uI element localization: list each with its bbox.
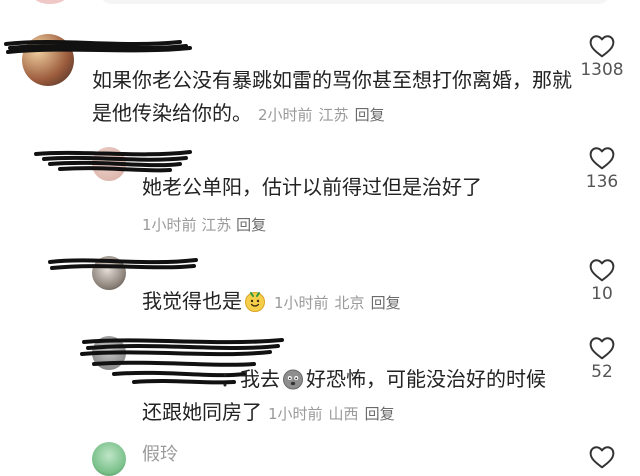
avatar[interactable] bbox=[92, 256, 126, 290]
comment-text: 好恐怖，可能没治好的时候 bbox=[306, 367, 546, 391]
comment-location: 北京 bbox=[334, 294, 365, 312]
heart-icon bbox=[589, 147, 615, 170]
top-avatar-remnant bbox=[32, 0, 68, 4]
gray-face-emoji bbox=[283, 369, 303, 390]
comment-text: 我觉得也是 bbox=[142, 289, 242, 313]
comment-meta: 2小时前 江苏 回复 bbox=[258, 106, 391, 124]
comment-location: 山西 bbox=[328, 405, 359, 423]
avatar[interactable] bbox=[22, 34, 74, 86]
like-button[interactable] bbox=[572, 445, 632, 469]
comment-text: 还跟她同房了 bbox=[142, 400, 262, 424]
reply-button[interactable]: 回复 bbox=[355, 106, 385, 124]
heart-icon bbox=[589, 35, 615, 58]
like-count: 10 bbox=[591, 284, 613, 304]
like-count: 1308 bbox=[580, 60, 624, 80]
heart-icon bbox=[589, 446, 615, 469]
comment-meta: 1小时前 北京 回复 bbox=[274, 294, 407, 312]
like-button[interactable]: 136 bbox=[572, 146, 632, 192]
like-count: 52 bbox=[591, 362, 613, 382]
like-button[interactable]: 1308 bbox=[572, 34, 632, 80]
reply-button[interactable]: 回复 bbox=[365, 405, 395, 423]
reply-button[interactable]: 回复 bbox=[371, 294, 401, 312]
comment-text: 我去 bbox=[240, 367, 280, 391]
comment-time: 1小时前 bbox=[142, 216, 197, 234]
avatar[interactable] bbox=[92, 147, 126, 181]
smile-face-emoji bbox=[245, 292, 265, 312]
heart-icon bbox=[589, 337, 615, 360]
avatar[interactable] bbox=[92, 336, 126, 370]
comment-username[interactable]: 假玲 bbox=[142, 440, 178, 466]
comment-body: 如果你老公没有暴跳如雷的骂你甚至想打你离婚，那就是他传染给你的。 2小时前 江苏 回复 bbox=[92, 64, 572, 132]
comment-time: 2小时前 bbox=[258, 106, 313, 124]
comment-location: 江苏 bbox=[201, 216, 232, 234]
like-button[interactable]: 52 bbox=[572, 336, 632, 382]
like-count: 136 bbox=[585, 172, 619, 192]
comment-time: 1小时前 bbox=[274, 294, 329, 312]
comment-meta: 1小时前 山西 回复 bbox=[268, 405, 401, 423]
comment-prefix: ： bbox=[220, 367, 240, 391]
comment-location: 江苏 bbox=[318, 106, 349, 124]
heart-icon bbox=[589, 259, 615, 282]
comment-body: ：我去 好恐怖，可能没治好的时候 还跟她同房了 1小时前 山西 回复 bbox=[142, 363, 572, 431]
avatar[interactable] bbox=[92, 442, 126, 476]
comment-meta: 1小时前 江苏 回复 bbox=[142, 214, 266, 235]
comment-body: 我觉得也是 1小时前 北京 回复 bbox=[142, 285, 407, 320]
top-bar-remnant bbox=[100, 0, 610, 4]
comment-text: 她老公单阳，估计以前得过但是治好了 bbox=[142, 175, 482, 199]
comment-time: 1小时前 bbox=[268, 405, 323, 423]
reply-button[interactable]: 回复 bbox=[236, 216, 266, 234]
like-button[interactable]: 10 bbox=[572, 258, 632, 304]
